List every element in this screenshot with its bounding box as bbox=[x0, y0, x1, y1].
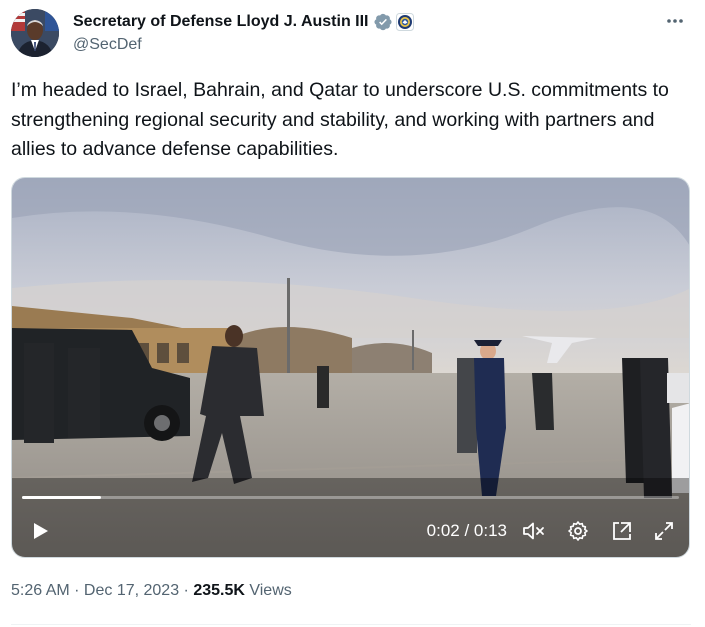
author-handle[interactable]: @SecDef bbox=[73, 36, 414, 54]
avatar-image bbox=[11, 9, 59, 57]
video-time: 0:02 / 0:13 bbox=[427, 518, 507, 544]
avatar[interactable] bbox=[11, 9, 59, 57]
video-frame bbox=[12, 178, 689, 557]
display-name-row: Secretary of Defense Lloyd J. Austin III bbox=[73, 11, 414, 33]
tweet-header: Secretary of Defense Lloyd J. Austin III… bbox=[11, 9, 691, 57]
views-label: Views bbox=[244, 582, 292, 599]
video-controls: 0:02 / 0:13 bbox=[12, 505, 689, 557]
pop-out-icon[interactable] bbox=[608, 517, 636, 545]
mute-icon[interactable] bbox=[520, 517, 548, 545]
video-player[interactable]: 0:02 / 0:13 bbox=[11, 177, 690, 558]
video-progress-fill bbox=[22, 496, 101, 499]
video-current-time: 0:02 bbox=[426, 521, 460, 540]
views-count: 235.5K bbox=[193, 582, 245, 599]
tweet-date[interactable]: Dec 17, 2023 bbox=[84, 582, 179, 599]
tweet-text: I’m headed to Israel, Bahrain, and Qatar… bbox=[11, 79, 669, 160]
more-options-icon[interactable] bbox=[659, 9, 691, 33]
fullscreen-icon[interactable] bbox=[650, 517, 678, 545]
video-duration: 0:13 bbox=[473, 521, 507, 540]
author-names: Secretary of Defense Lloyd J. Austin III… bbox=[73, 11, 414, 54]
tweet-metadata: 5:26 AM · Dec 17, 2023 · 235.5K Views bbox=[11, 582, 292, 600]
display-name[interactable]: Secretary of Defense Lloyd J. Austin III bbox=[73, 13, 369, 31]
video-time-separator: / bbox=[459, 521, 474, 540]
meta-separator: · bbox=[69, 582, 84, 599]
divider bbox=[11, 624, 691, 625]
video-progress-track[interactable] bbox=[22, 496, 679, 499]
verified-badge-icon[interactable] bbox=[373, 12, 393, 32]
play-icon[interactable] bbox=[26, 517, 54, 545]
department-of-defense-seal-icon[interactable] bbox=[395, 13, 414, 31]
meta-separator: · bbox=[179, 582, 194, 599]
tweet-time[interactable]: 5:26 AM bbox=[11, 582, 70, 599]
settings-icon[interactable] bbox=[564, 517, 592, 545]
